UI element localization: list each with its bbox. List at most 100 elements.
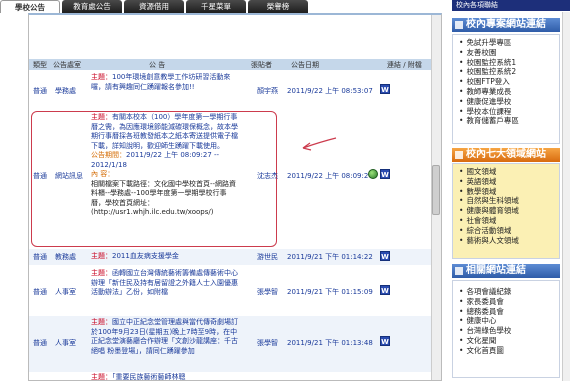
- subject-text: 100年環境創意教學工作坊研習活動來囉，請有興趣同仁踴躍報名參加!!: [91, 73, 231, 91]
- sidebar-title: 校內各項聯結: [452, 0, 570, 11]
- subject-label: 主題：: [91, 373, 112, 381]
- list-item[interactable]: 友善校園: [459, 48, 559, 58]
- row-office: 教務處: [55, 253, 76, 261]
- scroll-thumb[interactable]: [432, 165, 440, 215]
- period-label: 公告期間：: [91, 151, 126, 159]
- row-type: 普通: [33, 339, 47, 347]
- banner-mark-icon: [455, 21, 463, 29]
- list-item[interactable]: 社會領域: [459, 216, 559, 226]
- banner-label: 校內專案網站連結: [466, 19, 546, 30]
- list-item[interactable]: 校園監控系統2: [459, 67, 559, 77]
- list-item[interactable]: 免試升學專區: [459, 38, 559, 48]
- word-file-icon[interactable]: W: [380, 285, 390, 295]
- list-item[interactable]: 英語領域: [459, 177, 559, 187]
- content-text: 相關檔案下載路徑：文化國中學校首頁--網路資料櫃--學務處--100學年度第一學…: [91, 179, 237, 217]
- row-office: 學務處: [55, 87, 76, 95]
- subject-text: 「重要民族藝術藝師林聰: [112, 373, 186, 381]
- list-item[interactable]: 數學領域: [459, 187, 559, 197]
- list-item[interactable]: 家長委員會: [459, 297, 559, 307]
- header-poster: 張貼者: [251, 61, 272, 69]
- list-item[interactable]: 校園FTP登入: [459, 77, 559, 87]
- header-title: 公 告: [149, 61, 166, 69]
- list-item[interactable]: 文化星聞: [459, 336, 559, 346]
- table-row: 普通 教務處 主題：2011血友病支援學金 游世民 2011/9/21 下午 0…: [29, 249, 441, 265]
- row-date: 2011/9/22 上午 08:53:07: [287, 87, 373, 95]
- sidebar: 校內各項聯結 校內專案網站連結 免試升學專區 友善校園 校園監控系統1 校園監控…: [452, 0, 570, 381]
- list-item[interactable]: 文化首頁圖: [459, 346, 559, 356]
- tab-bar: 學校公告 教育處公告 資源借用 千星菜單 榮譽榜: [0, 0, 440, 13]
- arrow-annotation-icon: [302, 137, 337, 151]
- tab-resource-booking[interactable]: 資源借用: [124, 0, 184, 13]
- list-item[interactable]: 總務委員會: [459, 307, 559, 317]
- panel-scrollbar[interactable]: [431, 15, 441, 380]
- subject-text: 2011血友病支援學金: [112, 252, 179, 260]
- announcement-panel: 類型 公告處室 公 告 張貼者 公告日期 連結 / 附檔 普通 學務處 主題：1…: [28, 13, 442, 381]
- list-item[interactable]: 教育儲蓄戶專區: [459, 116, 559, 126]
- row-poster: 游世民: [257, 253, 278, 261]
- learning-areas-list: 國文領域 英語領域 數學領域 自然與生科領域 健康與體育領域 社會領域 綜合活動…: [453, 164, 559, 245]
- word-file-icon[interactable]: W: [380, 84, 390, 94]
- row-subject[interactable]: 主題：100年環境創意教學工作坊研習活動來囉，請有興趣同仁踴躍報名參加!!: [91, 73, 239, 92]
- learning-areas-box: 國文領域 英語領域 數學領域 自然與生科領域 健康與體育領域 社會領域 綜合活動…: [452, 163, 560, 259]
- banner-mark-icon: [455, 151, 463, 159]
- table-row: 普通 人事室 主題：國立中正紀念堂管理處與當代傳奇劇場訂於100年9月23日(星…: [29, 316, 441, 372]
- table-row: 普通 學務處 主題：100年環境創意教學工作坊研習活動來囉，請有興趣同仁踴躍報名…: [29, 72, 441, 110]
- subject-label: 主題：: [91, 252, 112, 260]
- row-poster: 張學智: [257, 288, 278, 296]
- word-file-icon[interactable]: W: [380, 169, 390, 179]
- header-type: 類型: [33, 61, 47, 69]
- row-poster: 顏宇燕: [257, 87, 278, 95]
- list-item[interactable]: 學校本位課程: [459, 107, 559, 117]
- banner-related-links[interactable]: 相關網站連結: [452, 264, 560, 278]
- list-item[interactable]: 健康與體育領域: [459, 206, 559, 216]
- list-item[interactable]: 健康中心: [459, 316, 559, 326]
- header-date: 公告日期: [291, 61, 319, 69]
- subject-text: 國立中正紀念堂管理處與當代傳奇劇場訂於100年9月23日(星期五)晚上7時至9時…: [91, 318, 238, 355]
- tab-honor-roll[interactable]: 榮譽榜: [248, 0, 308, 13]
- banner-label: 相關網站連結: [466, 265, 526, 276]
- banner-learning-areas[interactable]: 校內七大領域網站: [452, 148, 560, 162]
- list-item[interactable]: 藝術與人文領域: [459, 236, 559, 246]
- list-item[interactable]: 校園監控系統1: [459, 58, 559, 68]
- row-subject[interactable]: 主題：「重要民族藝術藝師林聰: [91, 373, 239, 381]
- subject-label: 主題：: [91, 318, 112, 326]
- row-date: 2011/9/21 下午 01:15:09: [287, 288, 373, 296]
- row-subject[interactable]: 主題：2011血友病支援學金: [91, 252, 241, 262]
- page-scrollbar[interactable]: [562, 12, 570, 381]
- word-file-icon[interactable]: W: [380, 336, 390, 346]
- word-file-icon[interactable]: W: [380, 251, 390, 261]
- row-type: 普通: [33, 253, 47, 261]
- list-item[interactable]: 綜合活動領域: [459, 226, 559, 236]
- school-projects-list: 免試升學專區 友善校園 校園監控系統1 校園監控系統2 校園FTP登入 教師專業…: [453, 35, 559, 126]
- banner-label: 校內七大領域網站: [466, 149, 546, 160]
- list-item[interactable]: 自然與生科領域: [459, 196, 559, 206]
- row-poster: 沈志杰: [257, 172, 278, 180]
- table-row: 普通 人事室 主題：函轉國立台灣傳統藝術籌備處傳藝術中心辦理「新住民及持有居留證…: [29, 267, 441, 315]
- row-subject[interactable]: 主題：有關本校本（100）學年度第一學期行事曆之需，為因應環境節能減碳環保概念，…: [91, 113, 239, 218]
- related-links-box: 各項會議紀錄 家長委員會 總務委員會 健康中心 台灣綠色學校 文化星聞 文化首頁…: [452, 280, 560, 378]
- list-item[interactable]: 國文領域: [459, 167, 559, 177]
- school-projects-box: 免試升學專區 友善校園 校園監控系統1 校園監控系統2 校園FTP登入 教師專業…: [452, 34, 560, 144]
- header-office: 公告處室: [53, 61, 81, 69]
- list-item[interactable]: 台灣綠色學校: [459, 326, 559, 336]
- subject-label: 主題：: [91, 269, 112, 277]
- subject-text: 函轉國立台灣傳統藝術籌備處傳藝術中心辦理「新住民及持有居留證之外籍人士入園優惠活…: [91, 269, 238, 296]
- row-subject[interactable]: 主題：函轉國立台灣傳統藝術籌備處傳藝術中心辦理「新住民及持有居留證之外籍人士入園…: [91, 269, 239, 298]
- table-row: 主題：「重要民族藝術藝師林聰: [29, 373, 441, 381]
- globe-link-icon[interactable]: [368, 169, 378, 179]
- list-item[interactable]: 健康促進學校: [459, 97, 559, 107]
- list-item[interactable]: 教師專業成長: [459, 87, 559, 97]
- row-poster: 張學智: [257, 339, 278, 347]
- tab-menu[interactable]: 千星菜單: [186, 0, 246, 13]
- row-office: 網站訊息: [55, 172, 83, 180]
- row-subject[interactable]: 主題：國立中正紀念堂管理處與當代傳奇劇場訂於100年9月23日(星期五)晚上7時…: [91, 318, 239, 356]
- banner-mark-icon: [455, 267, 463, 275]
- tab-education-bureau[interactable]: 教育處公告: [62, 0, 122, 13]
- table-row: 普通 網站訊息 主題：有關本校本（100）學年度第一學期行事曆之需，為因應環境節…: [29, 111, 441, 247]
- table-header: 類型 公告處室 公 告 張貼者 公告日期 連結 / 附檔: [29, 59, 441, 70]
- list-item[interactable]: 各項會議紀錄: [459, 287, 559, 297]
- tab-school-announcements[interactable]: 學校公告: [0, 0, 60, 13]
- banner-school-projects[interactable]: 校內專案網站連結: [452, 18, 560, 32]
- header-attach: 連結 / 附檔: [387, 61, 422, 69]
- content-label: 內 容：: [91, 170, 115, 178]
